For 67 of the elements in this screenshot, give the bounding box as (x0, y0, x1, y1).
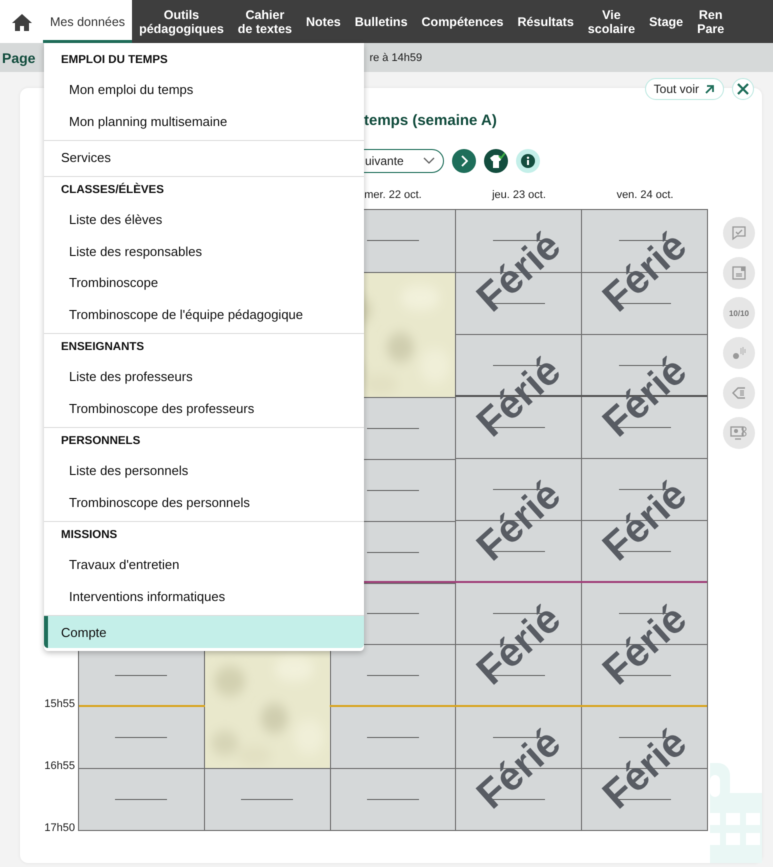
menu-item[interactable]: Interventions informatiques (44, 580, 364, 612)
card-title: temps (semaine A) (364, 112, 497, 131)
arrow-icon (704, 84, 715, 94)
comment-button[interactable] (723, 217, 755, 249)
nav-tab[interactable]: Notes (299, 0, 348, 43)
menu-section-header: EMPLOI DU TEMPS (60, 53, 169, 68)
note-button[interactable] (723, 257, 755, 289)
menu-section-header: CLASSES/ÉLÈVES (60, 182, 165, 198)
close-button[interactable] (732, 78, 754, 100)
menu-item[interactable]: Trombinoscope de l'équipe pédagogique (44, 298, 364, 330)
menu-item[interactable]: Liste des élèves (44, 204, 364, 236)
free-slot[interactable] (330, 706, 456, 768)
time-label: 17h50 (44, 822, 75, 834)
screen-button[interactable] (723, 417, 755, 449)
note-icon (731, 265, 747, 281)
sound-icon (731, 345, 747, 361)
home-icon (12, 12, 32, 30)
home-button[interactable] (0, 0, 43, 43)
free-slot[interactable] (330, 644, 456, 706)
info-button[interactable] (516, 149, 540, 173)
menu-item[interactable]: Compte (44, 616, 364, 648)
time-label: 15h55 (44, 698, 75, 710)
menu-item[interactable]: Liste des personnels (44, 455, 364, 486)
tag-button[interactable] (723, 377, 755, 409)
menu-section-header: MISSIONS (60, 528, 118, 543)
see-all-button[interactable]: Tout voir (644, 78, 724, 100)
nav-tab[interactable]: Cahier de textes (230, 0, 299, 43)
menu-item[interactable]: Trombinoscope des professeurs (44, 392, 364, 424)
free-slot[interactable] (204, 768, 330, 830)
menu-item[interactable]: Liste des professeurs (44, 361, 364, 392)
free-slot[interactable] (330, 768, 456, 830)
chevron-right-icon (460, 155, 468, 167)
nav-tab[interactable]: Outils pédagogiques (132, 0, 231, 43)
nav-tab[interactable]: Mes données (43, 0, 132, 43)
menu-item[interactable]: Liste des responsables (44, 236, 364, 267)
tag-icon (731, 385, 747, 401)
menu-section-header: ENSEIGNANTS (60, 340, 146, 355)
page-title: Page (2, 50, 36, 66)
menu-item[interactable]: Travaux d'entretien (44, 549, 364, 580)
chevron-down-icon (423, 157, 435, 165)
comment-check-icon (731, 225, 747, 241)
day-header: jeu. 23 oct. (490, 188, 547, 203)
screen-icon (730, 425, 748, 441)
last-connection-text: re à 14h59 (369, 52, 422, 64)
nav-tab[interactable]: Vie scolaire (580, 0, 642, 43)
nav-tab[interactable]: Ren Pare (690, 0, 732, 43)
sound-button[interactable] (723, 337, 755, 369)
menu-section-header: PERSONNELS (60, 434, 142, 449)
free-slot[interactable] (79, 768, 204, 830)
next-button[interactable] (452, 149, 476, 173)
menu-item[interactable]: Trombinoscope des personnels (44, 486, 364, 518)
grade-button[interactable]: 10/10 (723, 297, 755, 329)
close-icon (737, 83, 749, 95)
nav-tab[interactable]: Compétences (414, 0, 511, 43)
menu-item[interactable]: Mon emploi du temps (44, 74, 364, 106)
menu-item[interactable]: Services (44, 141, 364, 173)
day-header: ven. 24 oct. (616, 188, 674, 203)
nav-tab[interactable]: Bulletins (348, 0, 415, 43)
nav-tab[interactable]: Résultats (510, 0, 581, 43)
shirt-button[interactable] (484, 149, 508, 173)
nav-tab[interactable]: Stage (642, 0, 690, 43)
menu-item[interactable]: Trombinoscope (44, 267, 364, 298)
time-label: 16h55 (44, 760, 75, 772)
day-header: mer. 22 oct. (363, 188, 423, 203)
menu-item[interactable]: Mon planning multisemaine (44, 106, 364, 137)
info-icon (521, 154, 535, 168)
shirt-check-icon (487, 152, 505, 170)
